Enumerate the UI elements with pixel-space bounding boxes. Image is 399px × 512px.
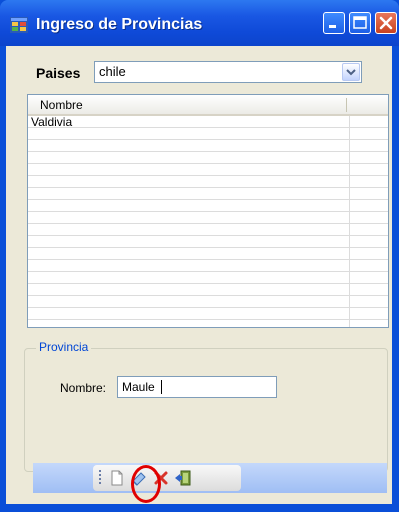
nombre-input[interactable]: Maule: [117, 376, 277, 398]
dropdown-button[interactable]: [342, 63, 360, 81]
paises-combobox[interactable]: chile: [94, 61, 362, 83]
minimize-icon: [329, 25, 336, 28]
table-row[interactable]: [28, 128, 388, 140]
highlight-circle: [131, 465, 161, 503]
form-body: Paises chile Nombre Valdivia Provincia N…: [6, 46, 392, 504]
minimize-button[interactable]: [323, 12, 345, 34]
table-row[interactable]: [28, 164, 388, 176]
table-row[interactable]: Valdivia: [28, 115, 388, 129]
table-row[interactable]: [28, 296, 388, 308]
table-row[interactable]: [28, 284, 388, 296]
toolstrip: [33, 463, 387, 493]
table-row[interactable]: [28, 176, 388, 188]
toolbar-grip[interactable]: [99, 470, 101, 486]
table-row[interactable]: [28, 224, 388, 236]
paises-selected-value: chile: [99, 64, 126, 79]
provincias-grid[interactable]: Nombre Valdivia: [27, 94, 389, 328]
exit-door-icon[interactable]: [174, 469, 192, 487]
column-header-nombre[interactable]: Nombre: [40, 98, 83, 112]
column-divider[interactable]: [346, 98, 347, 112]
table-row[interactable]: [28, 272, 388, 284]
table-row[interactable]: [28, 212, 388, 224]
provincia-groupbox: [24, 348, 388, 472]
table-row[interactable]: [28, 308, 388, 320]
toolbar-buttons: [93, 465, 241, 491]
provincia-group-title: Provincia: [36, 340, 92, 354]
table-row[interactable]: [28, 140, 388, 152]
table-row[interactable]: [28, 152, 388, 164]
nombre-label: Nombre:: [60, 381, 107, 395]
window-title: Ingreso de Provincias: [36, 16, 203, 33]
table-row[interactable]: [28, 248, 388, 260]
table-row[interactable]: [28, 260, 388, 272]
text-caret: [161, 380, 162, 394]
new-document-icon[interactable]: [108, 469, 126, 487]
table-row[interactable]: [28, 236, 388, 248]
app-icon: [10, 17, 28, 33]
table-row[interactable]: [28, 200, 388, 212]
maximize-icon: [353, 16, 367, 29]
grid-header: Nombre: [28, 95, 388, 116]
close-icon: [379, 16, 393, 30]
table-row[interactable]: [28, 188, 388, 200]
chevron-down-icon: [346, 69, 356, 76]
close-button[interactable]: [375, 12, 397, 34]
title-bar[interactable]: Ingreso de Provincias: [0, 0, 399, 46]
paises-label: Paises: [36, 65, 81, 81]
maximize-button[interactable]: [349, 12, 371, 34]
table-cell: Valdivia: [31, 115, 73, 129]
nombre-input-value: Maule: [122, 380, 155, 394]
app-window: Ingreso de Provincias Paises chile Nombr…: [0, 0, 399, 512]
